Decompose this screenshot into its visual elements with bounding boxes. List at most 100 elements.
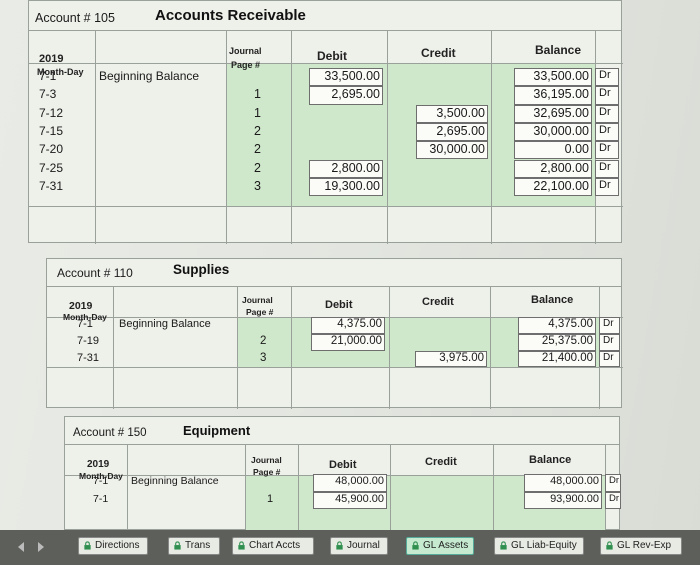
ledger-accounts-receivable: Account # 105 Accounts Receivable 2019 M… [28, 0, 623, 244]
credit-value: 3,500.00 [436, 105, 485, 120]
account-number-label: Account # 110 [57, 266, 133, 280]
dr-label: Dr [599, 105, 611, 118]
debit-cell[interactable]: 48,000.00 [313, 474, 387, 492]
credit-cell[interactable]: 3,500.00 [416, 104, 488, 123]
credit-cell[interactable]: 3,975.00 [415, 350, 487, 368]
balance-cell[interactable]: 4,375.00 [518, 317, 596, 334]
dr-label: Dr [599, 142, 611, 155]
row-journal-page: 2 [260, 334, 267, 347]
debit-value: 48,000.00 [335, 475, 384, 487]
debit-cell[interactable]: 19,300.00 [309, 177, 383, 197]
debit-value: 19,300.00 [324, 178, 380, 193]
debit-cell[interactable]: 45,900.00 [313, 491, 387, 509]
scroll-left-icon[interactable] [18, 542, 24, 552]
balance-value: 25,375.00 [541, 334, 593, 347]
row-date: 7-12 [39, 105, 64, 120]
dr-cr-indicator: Dr [599, 317, 620, 334]
balance-value: 36,195.00 [533, 87, 589, 102]
tab-label: GL Liab-Equity [511, 540, 577, 551]
scroll-right-icon[interactable] [38, 542, 44, 552]
balance-cell[interactable]: 48,000.00 [524, 474, 602, 492]
balance-value: 4,375.00 [548, 318, 593, 330]
balance-header: Balance [531, 294, 574, 306]
credit-cell[interactable]: 2,695.00 [416, 122, 488, 142]
lock-icon [606, 541, 613, 550]
balance-cell[interactable]: 36,195.00 [514, 86, 592, 105]
dr-label: Dr [603, 334, 614, 346]
balance-cell[interactable]: 2,800.00 [514, 159, 592, 178]
balance-cell[interactable]: 21,400.00 [518, 350, 596, 368]
row-journal-page: 1 [254, 87, 261, 102]
lock-icon [84, 541, 91, 550]
balance-cell[interactable]: 25,375.00 [518, 333, 596, 351]
balance-value: 93,900.00 [550, 492, 599, 505]
page-header: Page # [246, 307, 274, 317]
credit-header: Credit [421, 46, 456, 60]
dr-cr-indicator: Dr [595, 177, 619, 197]
tab-trans[interactable]: Trans [168, 537, 220, 555]
credit-cell[interactable]: 30,000.00 [416, 141, 488, 160]
row-date: 7-31 [77, 351, 100, 364]
debit-cell[interactable]: 33,500.00 [309, 68, 383, 87]
balance-cell[interactable]: 32,695.00 [514, 104, 592, 123]
journal-header: Journal [242, 295, 273, 305]
debit-cell[interactable]: 2,695.00 [309, 86, 383, 105]
lock-icon [500, 541, 507, 550]
dr-cr-indicator: Dr [595, 86, 619, 105]
credit-header: Credit [422, 296, 454, 308]
debit-cell[interactable]: 4,375.00 [311, 317, 385, 334]
row-journal-page: 2 [254, 160, 261, 175]
tab-journal[interactable]: Journal [330, 537, 388, 555]
tab-label: Trans [185, 540, 211, 551]
credit-value: 2,695.00 [436, 123, 485, 138]
sheet-tab-bar: Directions Trans Chart Accts Journal GL Asse… [0, 530, 700, 565]
page-header: Page # [231, 60, 261, 70]
row-date: 7-1 [77, 318, 93, 330]
tab-label: GL Rev-Exp [617, 540, 672, 551]
debit-cell[interactable]: 2,800.00 [309, 159, 383, 178]
balance-value: 2,800.00 [540, 160, 589, 175]
balance-value: 0.00 [564, 142, 589, 157]
worksheet: Account # 105 Accounts Receivable 2019 M… [0, 0, 700, 565]
dr-label: Dr [599, 178, 611, 191]
tab-label: Chart Accts [249, 540, 301, 551]
dr-label: Dr [599, 87, 611, 100]
balance-cell[interactable]: 93,900.00 [524, 491, 602, 509]
credit-value: 30,000.00 [429, 142, 485, 157]
tab-label: Journal [347, 540, 380, 551]
row-date: 7-3 [39, 87, 57, 102]
tab-gl-liab-equity[interactable]: GL Liab-Equity [494, 537, 584, 555]
debit-cell[interactable]: 21,000.00 [311, 333, 385, 351]
row-journal-page: 1 [254, 105, 261, 120]
ledger-equipment: Account # 150 Equipment 2019 Month-Day J… [64, 416, 621, 531]
tab-gl-assets[interactable]: GL Assets [406, 537, 474, 555]
balance-cell[interactable]: 30,000.00 [514, 122, 592, 142]
dr-label: Dr [599, 69, 611, 81]
tab-chart-accts[interactable]: Chart Accts [232, 537, 314, 555]
row-journal-page: 2 [254, 123, 261, 138]
tab-gl-rev-exp[interactable]: GL Rev-Exp [600, 537, 682, 555]
row-description: Beginning Balance [131, 475, 219, 487]
debit-value: 2,695.00 [331, 87, 380, 102]
lock-icon [412, 541, 419, 550]
account-title: Accounts Receivable [155, 7, 306, 24]
dr-label: Dr [599, 123, 611, 136]
debit-value: 2,800.00 [331, 160, 380, 175]
debit-value: 45,900.00 [335, 492, 384, 505]
row-date: 7-20 [39, 142, 64, 157]
year-header: 2019 [69, 300, 93, 312]
ledger-supplies: Account # 110 Supplies 2019 Month-Day Jo… [46, 258, 623, 409]
dr-label: Dr [609, 475, 620, 486]
balance-value: 21,400.00 [541, 351, 593, 364]
tab-directions[interactable]: Directions [78, 537, 148, 555]
account-title: Supplies [173, 262, 230, 277]
balance-cell[interactable]: 33,500.00 [514, 68, 592, 87]
year-header: 2019 [87, 459, 110, 470]
balance-value: 48,000.00 [550, 475, 599, 487]
balance-cell[interactable]: 0.00 [514, 141, 592, 160]
account-title: Equipment [183, 423, 251, 438]
row-journal-page: 2 [254, 142, 261, 157]
balance-cell[interactable]: 22,100.00 [514, 177, 592, 197]
dr-label: Dr [603, 318, 614, 329]
dr-cr-indicator: Dr [599, 333, 620, 351]
